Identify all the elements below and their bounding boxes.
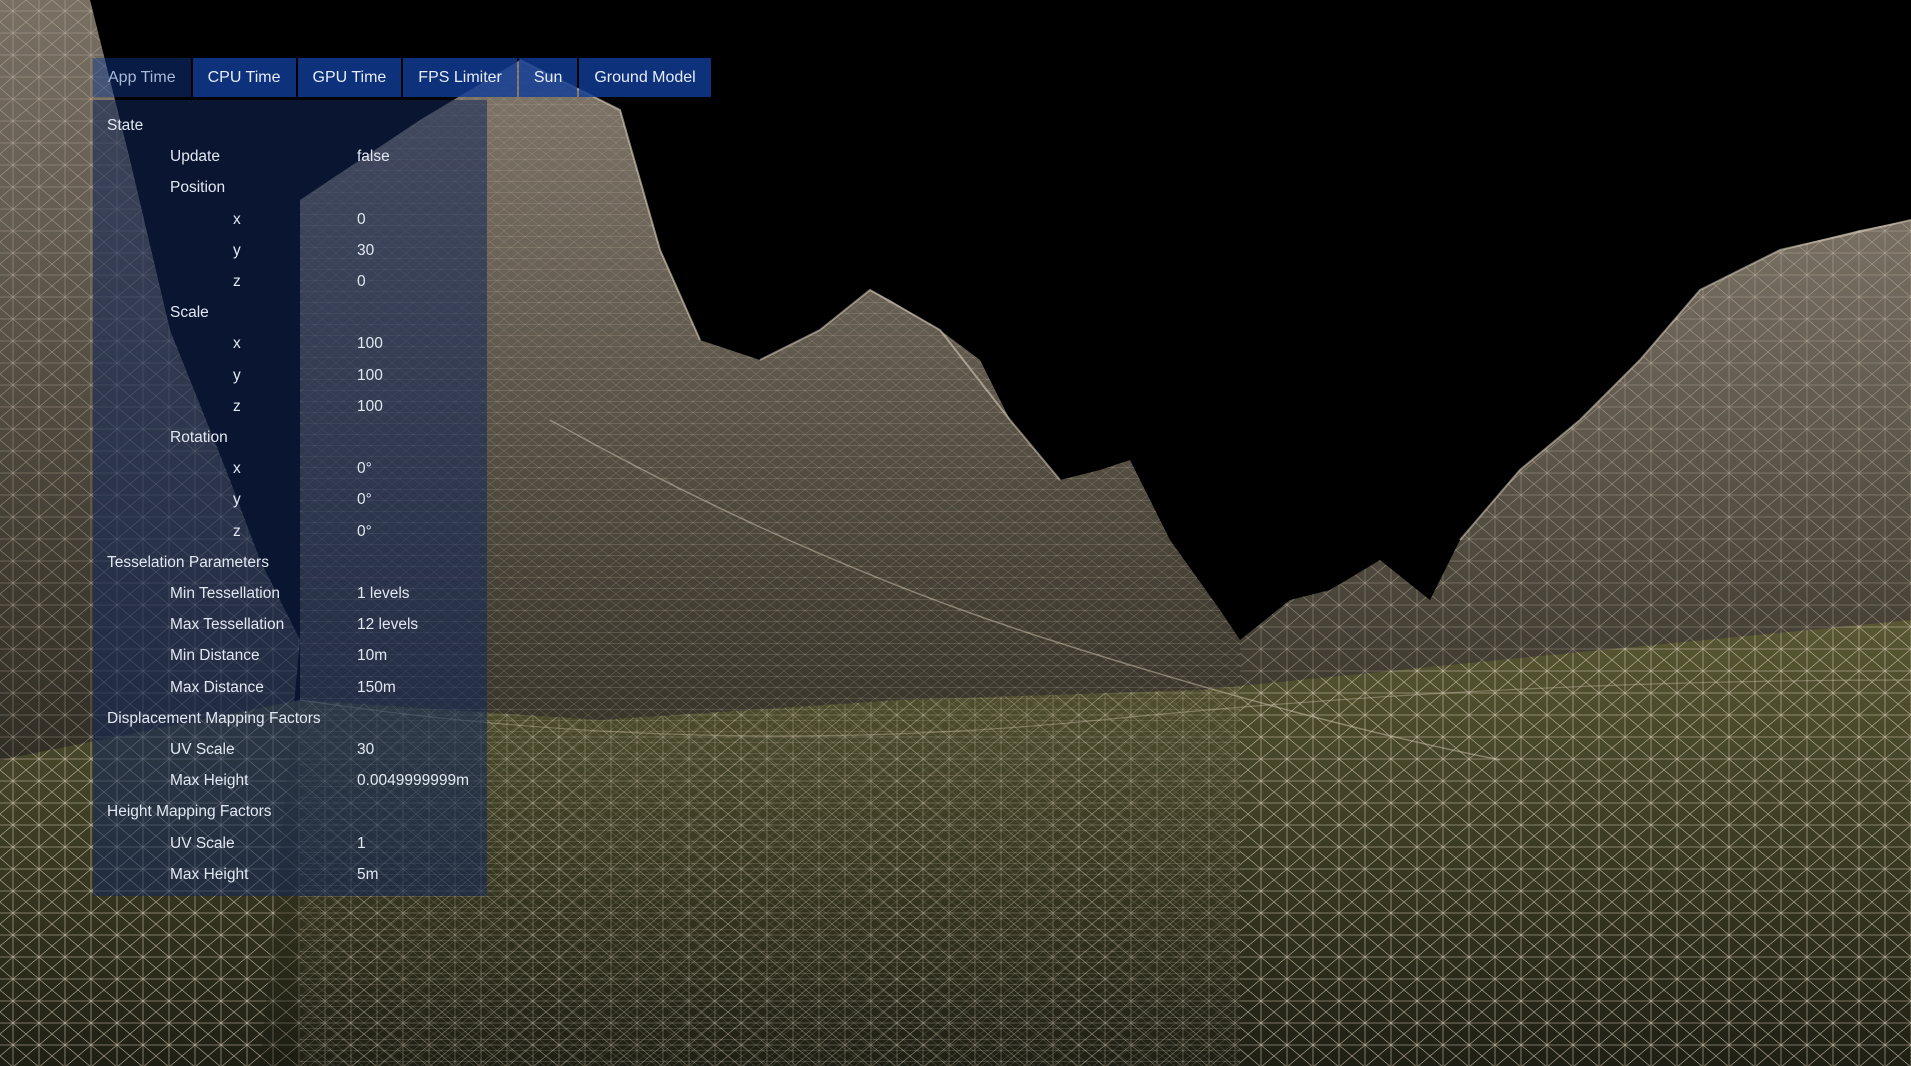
property-value: 0 [357,273,366,290]
property-row: UV Scale 1 [93,828,487,859]
property-row: UV Scale 30 [93,734,487,765]
tab-bar: App Time CPU Time GPU Time FPS Limiter S… [93,58,711,97]
property-row: y 100 [93,360,487,391]
property-label: Scale [170,304,209,322]
property-row: Rotation [93,422,487,453]
property-row: Scale [93,297,487,328]
property-row: z 100 [93,391,487,422]
property-label: z [233,522,241,540]
section-title: Displacement Mapping Factors [107,709,321,727]
section-title: Tesselation Parameters [107,553,269,571]
property-label: z [233,397,241,415]
property-value: 30 [357,741,375,758]
tab-sun[interactable]: Sun [518,58,578,97]
property-row: z0 [93,266,487,297]
tab-ground-model[interactable]: Ground Model [579,58,711,97]
tab-gpu-time[interactable]: GPU Time [297,58,402,97]
property-value: 0° [357,491,372,509]
property-value: 1 [357,834,366,852]
property-value: 0.0049999999m [357,772,470,790]
section-header: State [93,110,487,141]
property-value: 100 [357,397,383,415]
property-label: Max Tessellation [170,616,285,634]
property-label: x [233,210,241,228]
property-value: 1 levels [357,585,410,602]
property-row: Max Tessellation 12 levels [93,609,487,640]
property-label: Update [170,148,220,166]
property-label: Position [170,179,226,197]
property-label: Min Tessellation [170,585,280,602]
tab-app-time[interactable]: App Time [93,58,191,97]
tab-fps-limiter[interactable]: FPS Limiter [403,58,517,97]
tab-cpu-time[interactable]: CPU Time [192,58,296,97]
section-header: Displacement Mapping Factors [93,703,487,734]
property-row: Min Distance 10m [93,640,487,671]
property-row: z 0° [93,516,487,547]
property-value: 100 [357,335,383,353]
property-row: x 100 [93,328,487,359]
property-label: z [233,273,241,290]
property-label: Max Distance [170,678,264,696]
section-title: Height Mapping Factors [107,803,272,821]
properties-panel: State Update false Position x 0 y 30 z 0 Scale x 100… [93,100,487,896]
property-label: Max Height [170,865,249,883]
section-header: Tesselation Parameters [93,547,487,578]
property-value: false [357,148,390,166]
property-value: 12 levels [357,616,419,634]
property-value: 100 [357,366,383,384]
property-label: x [233,460,241,478]
property-row: Max Height 0.0049999999m [93,765,487,796]
property-label: UV Scale [170,741,235,758]
section-title: State [107,117,144,134]
property-value: 10m [357,647,388,665]
property-row: y 0° [93,484,487,515]
property-label: x [233,335,241,353]
property-value: 0° [357,460,372,478]
property-label: UV Scale [170,834,235,852]
property-label: y [233,241,241,259]
property-row: x0 [93,204,487,235]
property-label: Rotation [170,429,228,446]
property-value: 30 [357,241,375,259]
property-label: Max Height [170,772,249,790]
property-row: Update false [93,141,487,172]
section-header: Height Mapping Factors [93,796,487,827]
property-label: Min Distance [170,647,260,665]
property-row: Min Tessellation 1 levels [93,578,487,609]
property-value: 5m [357,865,379,883]
property-row: Max Height 5m [93,859,487,890]
property-label: y [233,491,241,509]
property-row: Position [93,172,487,203]
property-value: 0 [357,210,366,228]
property-row: x 0° [93,453,487,484]
property-value: 0° [357,522,372,540]
property-label: y [233,366,241,384]
property-value: 150m [357,678,396,696]
property-row: y 30 [93,235,487,266]
property-row: Max Distance 150m [93,672,487,703]
